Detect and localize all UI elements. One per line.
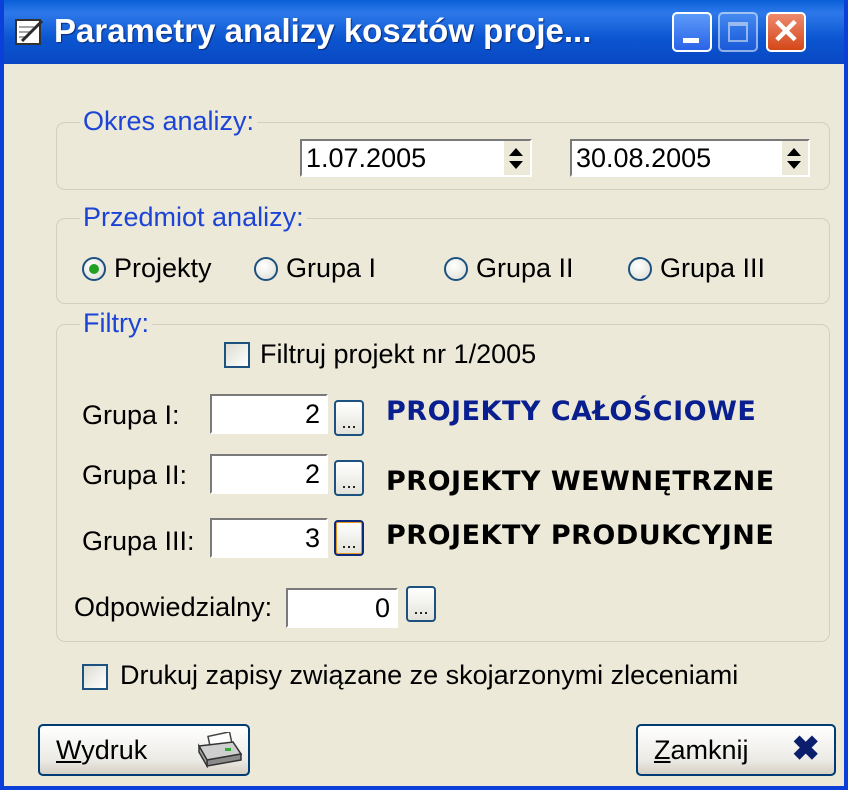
radio-grupa-1[interactable] [254,257,278,281]
responsible-label: Odpowiedzialny: [74,592,273,622]
filter-project-checkbox[interactable] [224,342,250,368]
close-x-icon: ✖ [791,730,821,768]
title-bar[interactable]: Parametry analizy kosztów proje... ✕ [4,0,844,64]
radio-grupa-1-label[interactable]: Grupa I [286,253,376,284]
radio-grupa-3[interactable] [628,257,652,281]
close-button[interactable]: Zamknij ✖ [636,724,836,776]
print-button-label: Wydruk [56,735,148,765]
group-3-input[interactable]: 3 [210,518,328,558]
date-from-spinner[interactable] [504,141,530,175]
group-1-name: PROJEKTY CAŁOŚCIOWE [386,396,757,427]
group-1-value: 2 [304,399,320,429]
group-3-browse-button[interactable]: ... [334,520,364,556]
date-from-field[interactable]: 1.07.2005 [300,139,532,177]
print-related-checkbox[interactable] [82,664,108,690]
filters-legend: Filtry: [80,308,152,339]
spin-up-icon [787,148,801,156]
subject-legend: Przedmiot analizy: [80,202,307,233]
date-to-value: 30.08.2005 [576,143,712,173]
close-button-label: Zamknij [654,735,749,765]
close-icon: ✕ [771,13,801,51]
group-1-label: Grupa I: [82,400,180,430]
period-legend: Okres analizy: [80,106,258,137]
radio-grupa-2-label[interactable]: Grupa II [476,253,574,284]
radio-projekty-label[interactable]: Projekty [114,253,212,284]
print-button[interactable]: Wydruk [38,724,250,776]
group-1-browse-button[interactable]: ... [334,400,364,436]
spin-down-icon [787,161,801,169]
group-2-browse-button[interactable]: ... [334,460,364,496]
responsible-input[interactable]: 0 [286,588,398,628]
group-2-label: Grupa II: [82,460,188,490]
notepad-pen-icon [15,19,44,45]
radio-grupa-2[interactable] [444,257,468,281]
minimize-icon [683,38,699,43]
group-3-name: PROJEKTY PRODUKCYJNE [386,520,775,551]
maximize-button[interactable] [718,12,758,52]
maximize-icon [728,22,748,42]
window-title: Parametry analizy kosztów proje... [54,12,592,49]
date-to-spinner[interactable] [782,141,808,175]
radio-grupa-3-label[interactable]: Grupa III [660,253,765,284]
spin-down-icon [509,161,523,169]
group-2-value: 2 [304,459,320,489]
group-2-input[interactable]: 2 [210,454,328,494]
print-related-label[interactable]: Drukuj zapisy związane ze skojarzonymi z… [120,660,738,691]
date-to-field[interactable]: 30.08.2005 [570,139,810,177]
printer-icon [197,732,243,768]
radio-projekty[interactable] [82,257,106,281]
date-from-value: 1.07.2005 [306,143,427,173]
spin-up-icon [509,148,523,156]
responsible-value: 0 [374,593,390,623]
group-2-name: PROJEKTY WEWNĘTRZNE [386,466,775,497]
group-1-input[interactable]: 2 [210,394,328,434]
dialog-window: Parametry analizy kosztów proje... ✕ Okr… [0,0,848,790]
filter-project-label[interactable]: Filtruj projekt nr 1/2005 [260,339,536,370]
responsible-browse-button[interactable]: ... [406,586,436,622]
group-3-label: Grupa III: [82,526,195,556]
minimize-button[interactable] [672,12,712,52]
group-3-value: 3 [304,523,320,553]
close-window-button[interactable]: ✕ [766,12,806,52]
